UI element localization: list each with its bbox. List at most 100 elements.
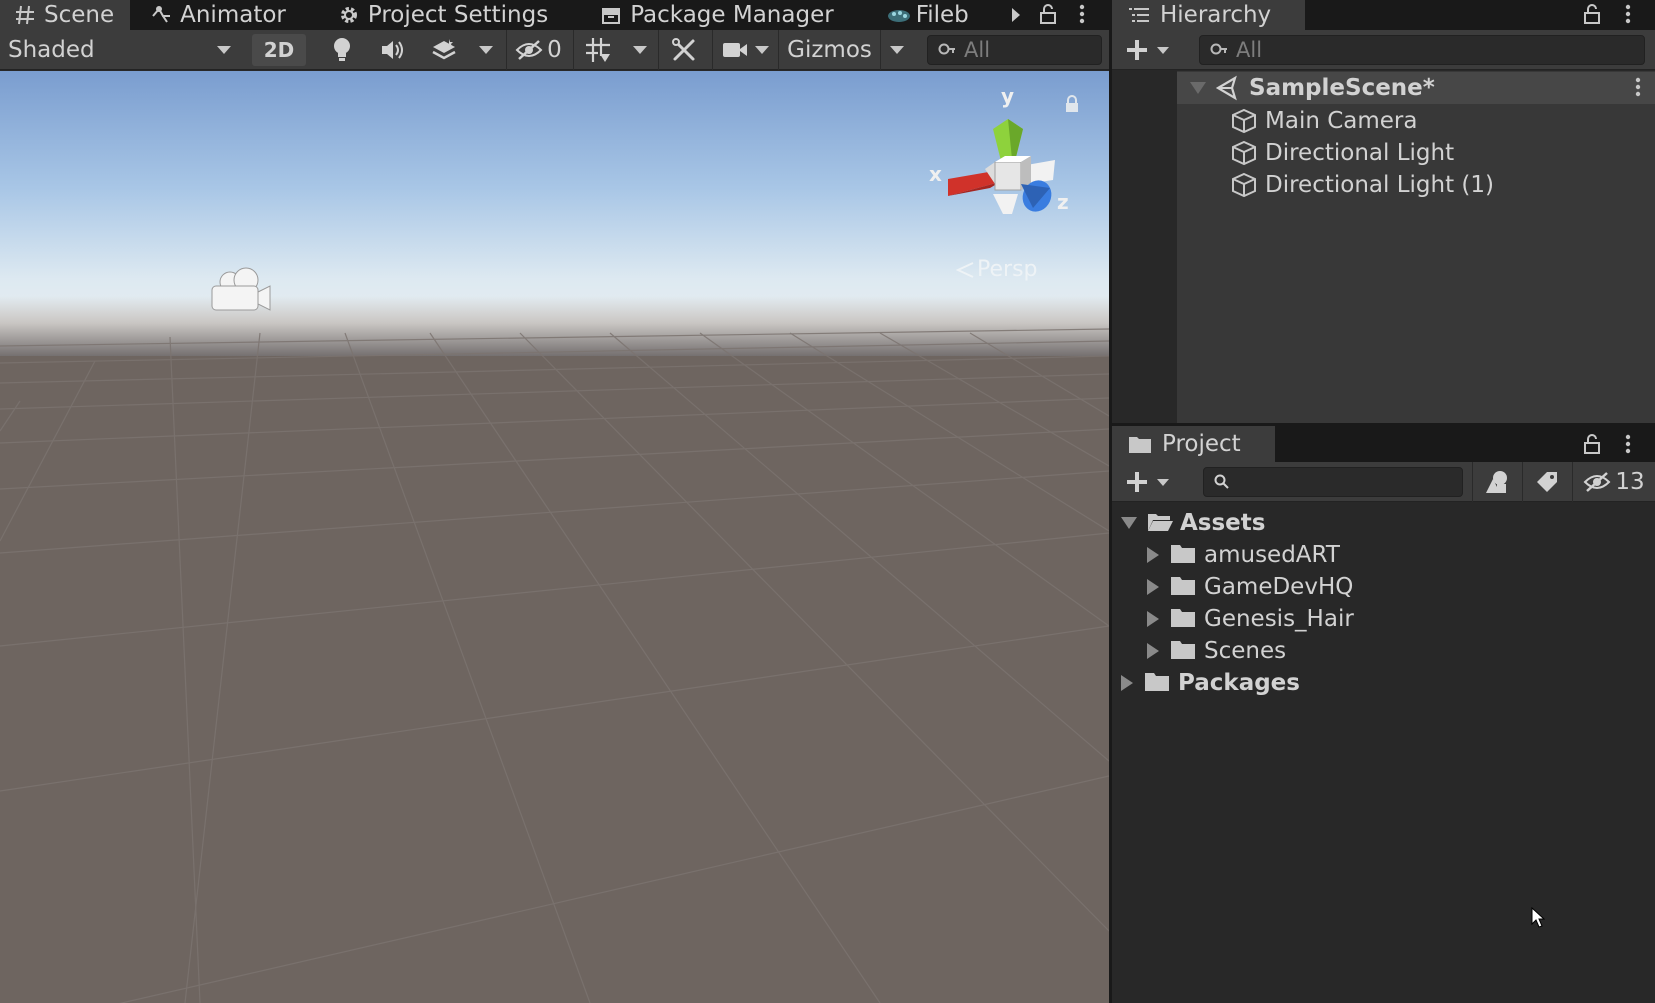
chevron-down-icon: [1156, 478, 1170, 487]
project-tab-bar: Project: [1112, 426, 1655, 462]
chevron-down-icon: [754, 45, 770, 55]
search-icon: [938, 42, 956, 58]
tree-item-label: Assets: [1180, 510, 1266, 536]
gizmo-lock-icon[interactable]: [1064, 95, 1080, 113]
projection-label: Persp: [977, 257, 1038, 282]
toggle-2d-button[interactable]: 2D: [252, 34, 306, 66]
chevron-down-icon: [632, 45, 648, 55]
hidden-packages-toggle[interactable]: 13: [1572, 462, 1655, 502]
axis-y-label: y: [1001, 84, 1015, 108]
hierarchy-item-label: Main Camera: [1265, 108, 1418, 134]
shapes-filter-icon: [1484, 469, 1510, 495]
gizmos-dropdown[interactable]: [880, 30, 912, 70]
filter-by-label-button[interactable]: [1522, 462, 1570, 502]
mouse-pointer-icon: [1531, 907, 1545, 929]
gameobject-cube-icon: [1231, 108, 1257, 134]
more-options-icon[interactable]: [1618, 432, 1638, 456]
scene-name: SampleScene*: [1249, 75, 1435, 101]
tab-hierarchy[interactable]: Hierarchy: [1112, 0, 1305, 30]
lighting-toggle-button[interactable]: [318, 30, 366, 70]
chevron-down-icon: [478, 45, 494, 55]
tree-item-label: Packages: [1178, 670, 1300, 696]
tab-scroll-right-icon[interactable]: [1007, 3, 1025, 27]
chevron-down-icon: [889, 45, 905, 55]
camera-dropdown[interactable]: [748, 30, 776, 70]
project-tree: Assets amusedART GameDevHQ Genesis_Hair …: [1112, 503, 1655, 1003]
effects-toggle-button[interactable]: [420, 30, 468, 70]
tree-item-label: Genesis_Hair: [1204, 606, 1354, 632]
audio-toggle-button[interactable]: [368, 30, 418, 70]
gameobject-cube-icon: [1231, 140, 1257, 166]
tab-project[interactable]: Project: [1112, 426, 1275, 462]
project-toolbar: 13: [1112, 462, 1655, 502]
tree-item[interactable]: Scenes: [1112, 635, 1655, 667]
filter-by-type-button[interactable]: [1472, 462, 1520, 502]
gizmos-button[interactable]: Gizmos: [778, 30, 880, 70]
chevron-down-icon: [216, 45, 232, 55]
hierarchy-item[interactable]: Directional Light (1): [1177, 169, 1655, 201]
folder-icon: [1144, 670, 1170, 696]
tree-item[interactable]: GameDevHQ: [1112, 571, 1655, 603]
more-options-icon[interactable]: [1072, 2, 1092, 26]
speaker-icon: [380, 39, 406, 61]
tab-project-settings[interactable]: Project Settings: [302, 0, 564, 30]
package-icon: [600, 4, 622, 26]
lock-icon[interactable]: [1580, 432, 1604, 456]
effects-dropdown[interactable]: [470, 30, 502, 70]
tree-item[interactable]: amusedART: [1112, 539, 1655, 571]
chevron-left-icon: [955, 261, 975, 279]
scene-search-input[interactable]: All: [927, 35, 1102, 65]
hierarchy-item[interactable]: Main Camera: [1177, 105, 1655, 137]
hidden-objects-toggle[interactable]: 0: [506, 30, 570, 70]
tree-item-label: GameDevHQ: [1204, 574, 1354, 600]
scene-window: Scene Animator Project Settings Package …: [0, 0, 1109, 1003]
triangle-down-icon: [1120, 516, 1138, 530]
tab-scene-label: Scene: [44, 2, 115, 28]
tab-package-manager[interactable]: Package Manager: [564, 0, 849, 30]
tree-item-assets[interactable]: Assets: [1112, 507, 1655, 539]
plus-icon: [1126, 39, 1148, 61]
toggle-2d-label: 2D: [263, 38, 295, 62]
triangle-right-icon: [1146, 578, 1160, 596]
tab-filebase[interactable]: Fileb: [850, 0, 968, 30]
scene-viewport[interactable]: y x z Persp: [0, 71, 1109, 1003]
grid-toggle-button[interactable]: [573, 30, 621, 70]
scene-root-row[interactable]: SampleScene*: [1177, 72, 1655, 104]
project-search-input[interactable]: [1203, 467, 1463, 497]
plus-icon: [1126, 471, 1148, 493]
camera-gizmo-icon[interactable]: [208, 264, 276, 314]
triangle-right-icon: [1146, 610, 1160, 628]
folder-icon: [1170, 574, 1196, 600]
orientation-gizmo[interactable]: y x z: [915, 84, 1075, 234]
projection-toggle[interactable]: Persp: [955, 257, 1038, 282]
scene-tools-toggle[interactable]: [658, 30, 708, 70]
tab-animator[interactable]: Animator: [130, 0, 302, 30]
lock-icon[interactable]: [1580, 2, 1604, 26]
axis-x-label: x: [929, 162, 942, 186]
triangle-down-icon: [1189, 81, 1207, 95]
grid-snap-icon: [584, 36, 612, 64]
hierarchy-tree: SampleScene* Main Camera Directional Lig…: [1177, 71, 1655, 423]
create-asset-dropdown-button[interactable]: [1122, 468, 1174, 496]
tab-scene[interactable]: Scene: [0, 0, 131, 30]
lock-icon[interactable]: [1036, 2, 1060, 26]
tree-item[interactable]: Genesis_Hair: [1112, 603, 1655, 635]
tab-package-manager-label: Package Manager: [630, 2, 834, 28]
unity-scene-icon: [1215, 75, 1241, 101]
more-options-icon[interactable]: [1618, 2, 1638, 26]
hierarchy-item-label: Directional Light: [1265, 140, 1455, 166]
draw-mode-dropdown[interactable]: Shaded: [0, 30, 240, 70]
hierarchy-search-input[interactable]: All: [1199, 35, 1645, 65]
eye-slash-icon: [515, 40, 543, 60]
tab-hierarchy-label: Hierarchy: [1160, 2, 1272, 28]
create-dropdown-button[interactable]: [1122, 36, 1174, 64]
tab-filebase-label: Fileb: [915, 2, 968, 28]
wrench-tools-icon: [671, 37, 697, 63]
grid-dropdown[interactable]: [624, 30, 656, 70]
hierarchy-item[interactable]: Directional Light: [1177, 137, 1655, 169]
more-options-icon[interactable]: [1635, 77, 1641, 97]
project-window: Project 13 Assets amusedART GameDevHQ Ge…: [1112, 426, 1655, 1003]
hierarchy-window: Hierarchy All SampleScene* Main Camera D…: [1112, 0, 1655, 423]
tree-item-packages[interactable]: Packages: [1112, 667, 1655, 699]
tab-project-settings-label: Project Settings: [367, 2, 549, 28]
